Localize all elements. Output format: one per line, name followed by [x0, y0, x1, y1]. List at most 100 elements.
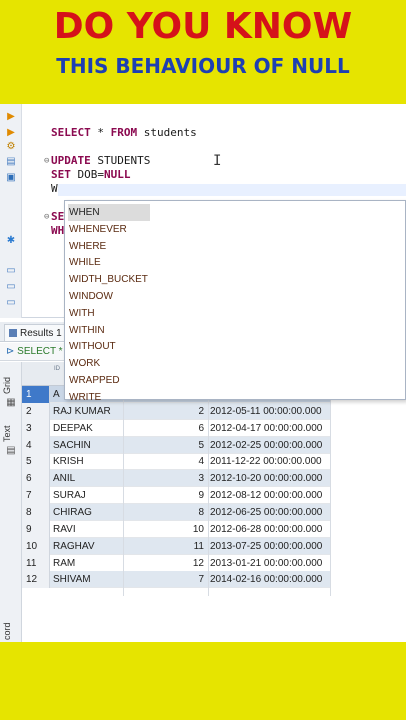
- row-number[interactable]: 6: [22, 470, 50, 488]
- autocomplete-item[interactable]: WITHOUT: [68, 338, 150, 355]
- cell-id[interactable]: 10: [122, 521, 204, 538]
- cell-name[interactable]: SHIVAM: [53, 571, 123, 588]
- export-icon[interactable]: ▭: [6, 266, 16, 276]
- cell-dob[interactable]: 2011-12-22 00:00:00.000: [210, 453, 330, 470]
- keyword: NULL: [104, 168, 131, 181]
- column-divider: [330, 386, 331, 596]
- import-icon[interactable]: ▭: [6, 282, 16, 292]
- history-icon[interactable]: ▤: [6, 157, 16, 167]
- row-number[interactable]: 11: [22, 554, 50, 572]
- table-row[interactable]: 11 RAM 12 2013-01-21 00:00:00.000: [22, 554, 330, 572]
- table-row[interactable]: 12 SHIVAM 7 2014-02-16 00:00:00.000: [22, 571, 330, 589]
- keyword: WH: [51, 224, 65, 237]
- table-row[interactable]: 5 KRISH 4 2011-12-22 00:00:00.000: [22, 453, 330, 471]
- cell-name[interactable]: SACHIN: [53, 437, 123, 454]
- cell-dob[interactable]: 2012-02-25 00:00:00.000: [210, 437, 330, 454]
- row-number[interactable]: 5: [22, 453, 50, 471]
- autocomplete-item[interactable]: WRAPPED: [68, 372, 150, 389]
- row-number[interactable]: 9: [22, 520, 50, 538]
- row-number[interactable]: 10: [22, 537, 50, 555]
- filter-icon: ⊳: [6, 346, 18, 357]
- banner-title: DO YOU KNOW: [53, 6, 353, 47]
- result-view-switcher: Grid ▦ Text ▤ cord: [0, 362, 22, 642]
- cell-dob[interactable]: 2012-05-11 00:00:00.000: [210, 403, 330, 420]
- autocomplete-item[interactable]: WORK: [68, 355, 150, 372]
- cell-name[interactable]: RAM: [53, 555, 123, 572]
- cell-id[interactable]: 12: [122, 555, 204, 572]
- cell-dob[interactable]: 2013-07-25 00:00:00.000: [210, 538, 330, 555]
- cell-id[interactable]: 7: [122, 571, 204, 588]
- fold-marker[interactable]: ⊖: [44, 212, 49, 222]
- fold-marker[interactable]: ⊖: [44, 156, 49, 166]
- document-icon[interactable]: ▤: [6, 446, 16, 456]
- cell-dob[interactable]: 2012-06-25 00:00:00.000: [210, 504, 330, 521]
- terminal-icon[interactable]: ▣: [6, 173, 16, 183]
- record-view-tab[interactable]: cord: [2, 622, 12, 640]
- row-number[interactable]: 12: [22, 571, 50, 589]
- table-row[interactable]: 9 RAVI 10 2012-06-28 00:00:00.000: [22, 520, 330, 538]
- run-icon[interactable]: ▶: [6, 112, 16, 122]
- cell-name[interactable]: KRISH: [53, 453, 123, 470]
- row-number[interactable]: 2: [22, 402, 50, 420]
- cell-dob[interactable]: 2014-02-16 00:00:00.000: [210, 571, 330, 588]
- cell-id[interactable]: 3: [122, 470, 204, 487]
- cell-id[interactable]: 11: [122, 538, 204, 555]
- explain-icon[interactable]: ⚙: [6, 142, 16, 152]
- cell-dob[interactable]: 2012-06-28 00:00:00.000: [210, 521, 330, 538]
- autocomplete-item[interactable]: WHEN: [68, 204, 150, 221]
- cell-dob[interactable]: 2012-04-17 00:00:00.000: [210, 420, 330, 437]
- autocomplete-item[interactable]: WIDTH_BUCKET: [68, 271, 150, 288]
- row-number[interactable]: 8: [22, 503, 50, 521]
- column-header-id[interactable]: ID: [54, 366, 60, 372]
- cell-name[interactable]: RAGHAV: [53, 538, 123, 555]
- row-number[interactable]: 3: [22, 419, 50, 437]
- table-row[interactable]: 6 ANIL 3 2012-10-20 00:00:00.000: [22, 470, 330, 488]
- cell-id[interactable]: 9: [122, 487, 204, 504]
- table-row[interactable]: 3 DEEPAK 6 2012-04-17 00:00:00.000: [22, 419, 330, 437]
- code-text: STUDENTS: [90, 154, 151, 167]
- column-divider: [123, 386, 124, 596]
- sql-editor-window: ▶ ▶ ⚙ ▤ ▣ ✱ ▭ ▭ ▭ SELECT * FROM students…: [0, 104, 406, 642]
- row-number[interactable]: 4: [22, 436, 50, 454]
- cell-dob[interactable]: 2013-01-21 00:00:00.000: [210, 555, 330, 572]
- code-line-1: SELECT * FROM students: [51, 126, 197, 139]
- bottom-banner: [0, 642, 406, 720]
- row-number[interactable]: 1: [22, 386, 50, 403]
- cell-name[interactable]: CHIRAG: [53, 504, 123, 521]
- text-view-tab[interactable]: Text: [2, 425, 12, 442]
- autocomplete-item[interactable]: WHENEVER: [68, 221, 150, 238]
- code-text: DOB=: [70, 168, 104, 181]
- cell-id[interactable]: 6: [122, 420, 204, 437]
- table-row[interactable]: 10 RAGHAV 11 2013-07-25 00:00:00.000: [22, 537, 330, 555]
- cell-id[interactable]: 4: [122, 453, 204, 470]
- table-row[interactable]: 7 SURAJ 9 2012-08-12 00:00:00.000: [22, 487, 330, 505]
- cell-id[interactable]: 5: [122, 437, 204, 454]
- autocomplete-popup[interactable]: WHEN WHENEVER WHERE WHILE WIDTH_BUCKET WINDOW…: [64, 200, 406, 403]
- keyword: SELECT: [51, 126, 91, 139]
- cell-id[interactable]: 8: [122, 504, 204, 521]
- code-line-6: WH: [51, 224, 64, 237]
- table-row[interactable]: 8 CHIRAG 8 2012-06-25 00:00:00.000: [22, 503, 330, 521]
- grid-view-tab[interactable]: Grid: [2, 377, 12, 394]
- settings-icon[interactable]: ✱: [6, 236, 16, 246]
- autocomplete-item[interactable]: WHERE: [68, 238, 150, 255]
- autocomplete-item[interactable]: WINDOW: [68, 288, 150, 305]
- cell-name[interactable]: DEEPAK: [53, 420, 123, 437]
- code-line-2: UPDATE STUDENTS: [51, 154, 150, 167]
- autocomplete-item[interactable]: WITH: [68, 305, 150, 322]
- autocomplete-item[interactable]: WHILE: [68, 254, 150, 271]
- table-row[interactable]: 4 SACHIN 5 2012-02-25 00:00:00.000: [22, 436, 330, 454]
- format-icon[interactable]: ▭: [6, 298, 16, 308]
- row-number[interactable]: 7: [22, 487, 50, 505]
- autocomplete-item[interactable]: WITHIN: [68, 322, 150, 339]
- cell-name[interactable]: SURAJ: [53, 487, 123, 504]
- run-script-icon[interactable]: ▶: [6, 128, 16, 138]
- cell-dob[interactable]: 2012-10-20 00:00:00.000: [210, 470, 330, 487]
- cell-dob[interactable]: 2012-08-12 00:00:00.000: [210, 487, 330, 504]
- text-cursor-icon: I: [213, 153, 222, 169]
- tab-results-1[interactable]: Results 1: [4, 324, 67, 341]
- autocomplete-item[interactable]: WRITE: [68, 389, 150, 406]
- cell-name[interactable]: ANIL: [53, 470, 123, 487]
- cell-name[interactable]: RAVI: [53, 521, 123, 538]
- table-icon[interactable]: ▦: [6, 398, 16, 408]
